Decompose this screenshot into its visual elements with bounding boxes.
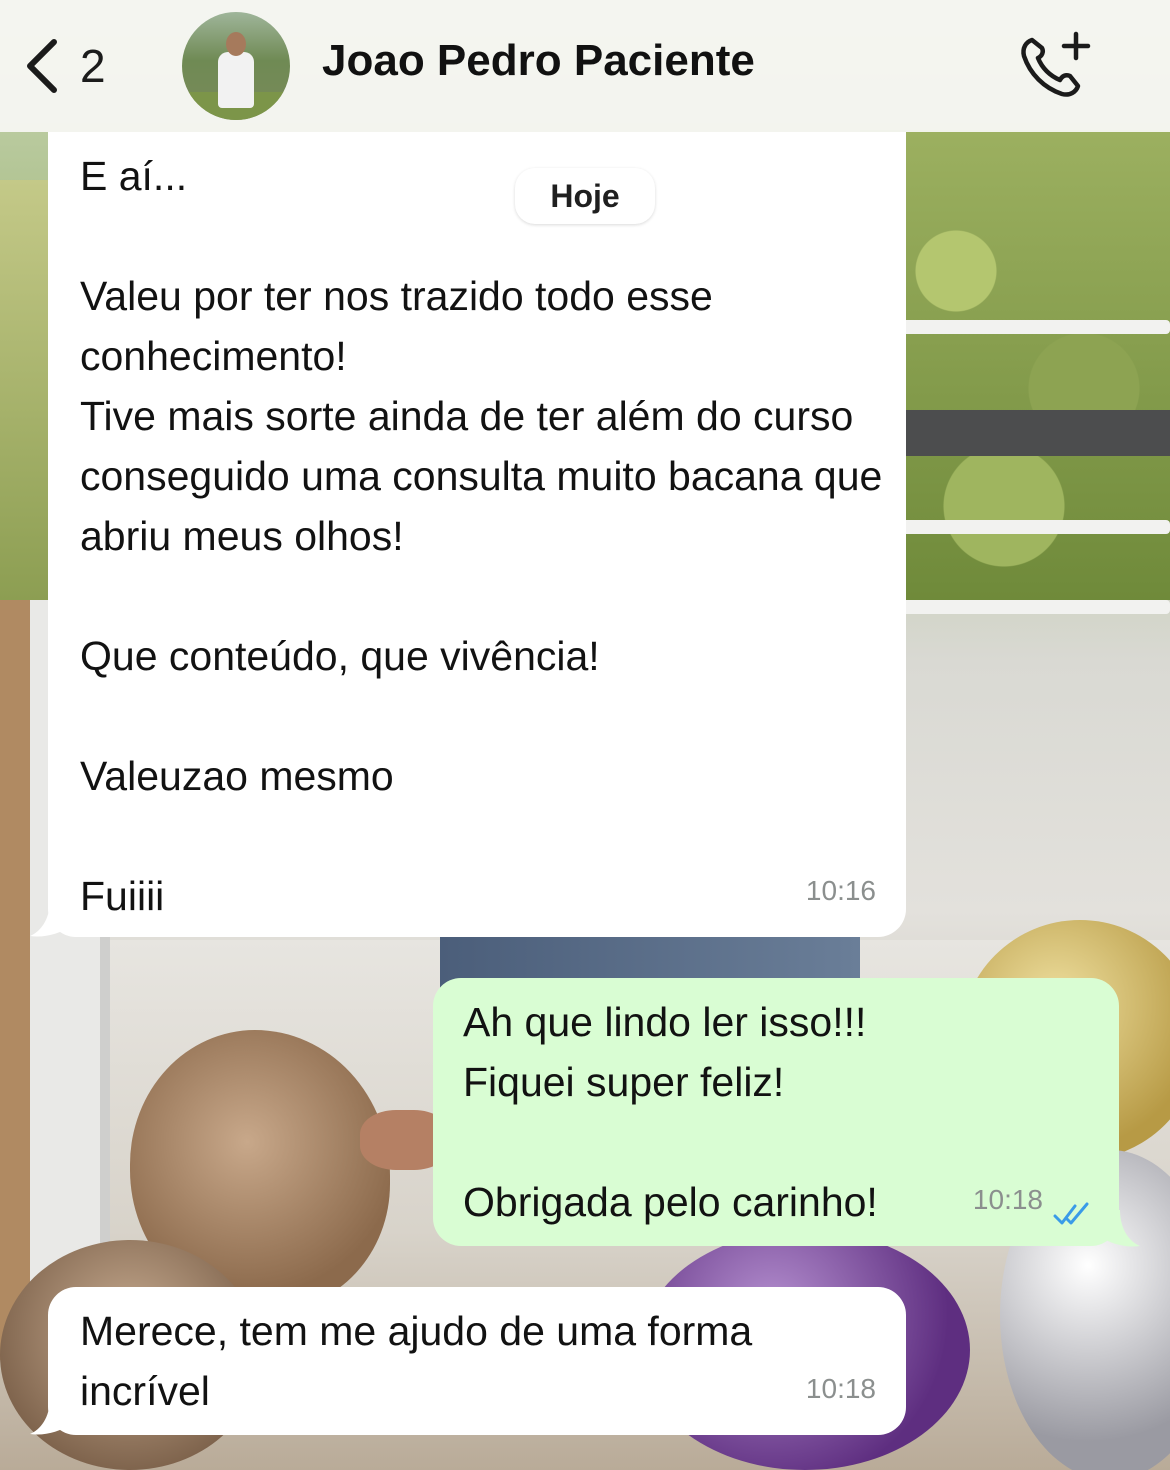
wallpaper-rail — [900, 600, 1170, 614]
read-receipt-icon — [1053, 1202, 1089, 1225]
avatar[interactable] — [182, 12, 290, 120]
message-bubble-outgoing[interactable]: Ah que lindo ler isso!!! Fiquei super fe… — [433, 978, 1119, 1246]
message-text: Merece, tem me ajudo de uma forma incrív… — [80, 1308, 753, 1414]
unread-count: 2 — [80, 40, 106, 92]
avatar-head — [226, 32, 246, 56]
message-text: Ah que lindo ler isso!!! Fiquei super fe… — [463, 999, 878, 1225]
add-call-icon — [1021, 31, 1091, 97]
wallpaper-rail — [900, 520, 1170, 534]
message-time: 10:16 — [805, 875, 876, 906]
message-time: 10:18 — [972, 1184, 1043, 1215]
message-bubble-incoming[interactable]: E aí... Valeu por ter nos trazido todo e… — [48, 132, 906, 937]
avatar-figure — [218, 52, 254, 108]
chevron-left-icon — [27, 39, 57, 93]
wallpaper-rail — [900, 320, 1170, 334]
message-bubble-incoming[interactable]: Merece, tem me ajudo de uma forma incrív… — [48, 1287, 906, 1435]
message-text: E aí... Valeu por ter nos trazido todo e… — [80, 153, 883, 919]
message-time: 10:18 — [805, 1373, 876, 1404]
contact-name[interactable]: Joao Pedro Paciente — [322, 36, 755, 86]
chat-header: 2 Joao Pedro Paciente — [0, 0, 1170, 132]
date-separator: Hoje — [515, 168, 655, 224]
add-call-button[interactable] — [1018, 30, 1092, 100]
back-button[interactable]: 2 — [22, 36, 132, 96]
wallpaper-rail-dark — [900, 410, 1170, 456]
